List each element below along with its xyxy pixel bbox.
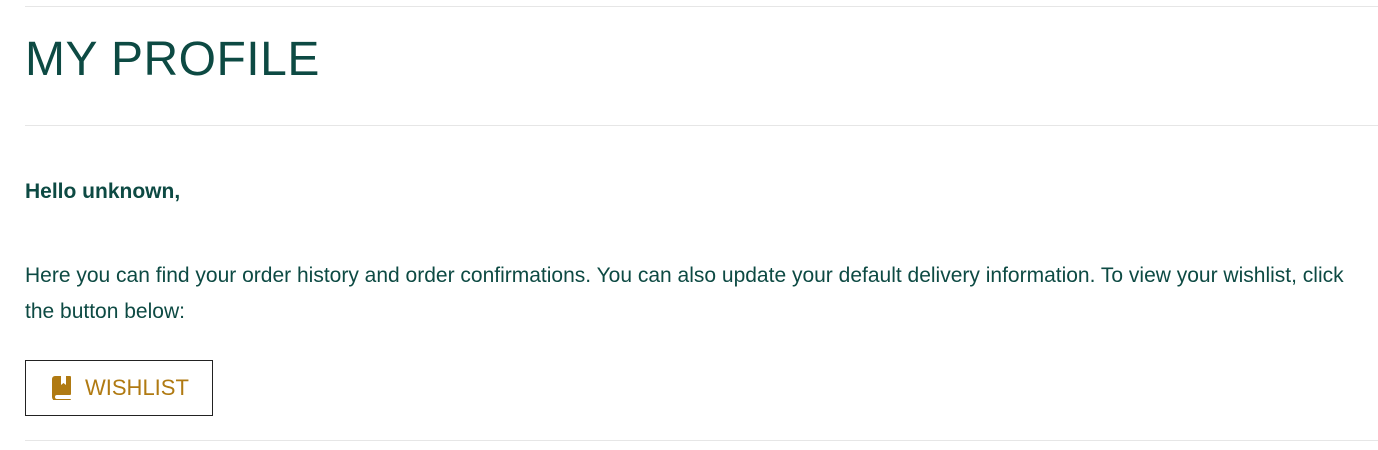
page-title: MY PROFILE <box>25 33 320 86</box>
wishlist-button-label: WISHLIST <box>85 375 189 400</box>
intro-text: Here you can find your order history and… <box>25 264 1344 323</box>
divider-bottom <box>25 440 1378 441</box>
divider-under-title <box>25 125 1378 126</box>
book-bookmark-icon <box>51 376 73 400</box>
wishlist-button[interactable]: WISHLIST <box>25 360 213 416</box>
greeting-text: Hello unknown, <box>25 180 181 203</box>
divider-top <box>25 6 1378 7</box>
book-bookmark-icon-svg <box>52 376 71 400</box>
